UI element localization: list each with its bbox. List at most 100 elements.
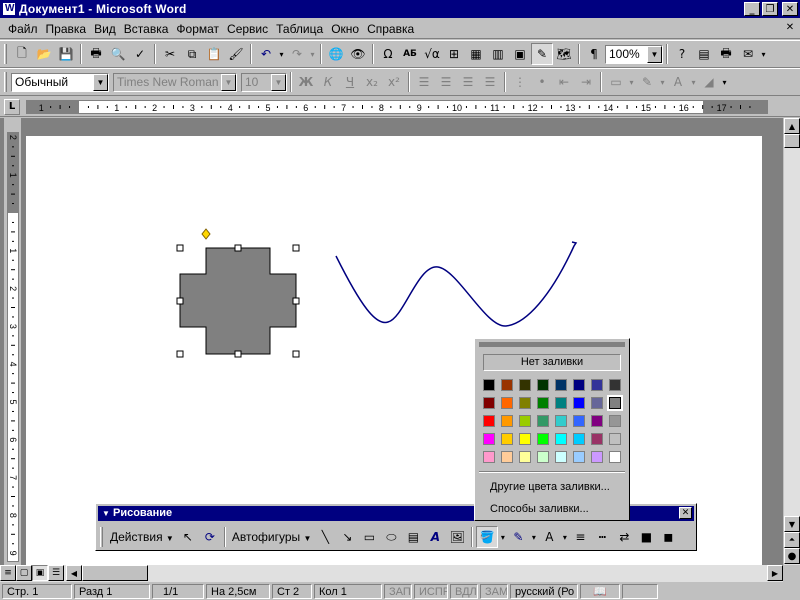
color-swatch[interactable]	[537, 397, 549, 409]
shadow-icon[interactable]: ■	[635, 526, 657, 548]
scroll-left-icon[interactable]: ◀	[66, 565, 82, 581]
color-swatch[interactable]	[537, 379, 549, 391]
color-swatch[interactable]	[519, 397, 531, 409]
scroll-thumb[interactable]	[784, 134, 800, 148]
word-app-icon[interactable]	[2, 2, 16, 16]
status-trk[interactable]: ИСПР	[414, 583, 448, 599]
color-swatch[interactable]	[591, 451, 603, 463]
copy-icon[interactable]: ⧉	[181, 43, 203, 65]
undo-icon[interactable]: ↶	[255, 43, 277, 65]
color-swatch[interactable]	[501, 397, 513, 409]
scroll-right-icon[interactable]: ▶	[767, 565, 783, 581]
equation-icon[interactable]: √α	[421, 43, 443, 65]
status-rec[interactable]: ЗАП	[384, 583, 412, 599]
font-color-dropdown-icon[interactable]: ▾	[689, 78, 698, 87]
document-map-icon[interactable]: 🗺	[553, 43, 575, 65]
zoom-select[interactable]: 100% ▼	[605, 44, 663, 64]
color-swatch[interactable]	[591, 415, 603, 427]
menu-edit[interactable]: Правка	[42, 20, 91, 38]
page-view-icon[interactable]: ▣	[32, 565, 48, 581]
cross-autoshape[interactable]	[179, 247, 297, 355]
redo-icon[interactable]: ↷	[286, 43, 308, 65]
no-fill-button[interactable]: Нет заливки	[483, 354, 621, 371]
line-icon[interactable]: ╲	[314, 526, 336, 548]
color-swatch[interactable]	[555, 397, 567, 409]
numbering-icon[interactable]: ⋮	[509, 71, 531, 93]
color-swatch[interactable]	[609, 433, 621, 445]
style-select[interactable]: Обычный ▼	[11, 72, 109, 92]
bold-button[interactable]: Ж	[295, 71, 317, 93]
more-fill-colors-item[interactable]: Другие цвета заливки...	[490, 481, 610, 493]
clipart-icon[interactable]: 🖼	[446, 526, 468, 548]
decrease-indent-icon[interactable]: ⇤	[553, 71, 575, 93]
open-folder-icon[interactable]: 📂	[33, 43, 55, 65]
close-icon[interactable]: ✕	[679, 507, 692, 519]
color-swatch[interactable]	[537, 415, 549, 427]
toolbar-icon-a[interactable]: ▤	[693, 43, 715, 65]
align-center-icon[interactable]: ☰	[435, 71, 457, 93]
columns-icon[interactable]: ▥	[487, 43, 509, 65]
oval-icon[interactable]: ⬭	[380, 526, 402, 548]
color-swatch[interactable]	[573, 415, 585, 427]
show-paragraph-marks-icon[interactable]: ¶	[583, 43, 605, 65]
horizontal-scrollbar[interactable]: ≡ ▢ ▣ ☰ ◀ ▶	[0, 565, 783, 582]
minimize-button[interactable]: _	[744, 2, 760, 16]
color-swatch[interactable]	[519, 433, 531, 445]
highlight-dropdown-icon[interactable]: ▾	[658, 78, 667, 87]
more-buttons-icon[interactable]: ▾	[759, 50, 768, 59]
status-ext[interactable]: ВДЛ	[450, 583, 478, 599]
fill-effects-item[interactable]: Способы заливки...	[490, 503, 589, 515]
outline-view-icon[interactable]: ☰	[48, 565, 64, 581]
menu-help[interactable]: Справка	[363, 20, 418, 38]
vertical-ruler[interactable]: 2 1 1 2 3 4 5 6 7 8 9	[4, 118, 22, 565]
wordart-icon[interactable]: A	[424, 526, 446, 548]
color-swatch[interactable]	[555, 379, 567, 391]
line-color-icon[interactable]: ✎	[507, 526, 529, 548]
close-button[interactable]: ✕	[782, 2, 798, 16]
insert-table-icon[interactable]: ⊞	[443, 43, 465, 65]
color-swatch[interactable]	[573, 397, 585, 409]
more-buttons-icon[interactable]: ▾	[720, 78, 729, 87]
free-rotate-icon[interactable]: ⟳	[199, 526, 221, 548]
horizontal-ruler[interactable]: L 1 1 2 3 4 5 6 7 8 9 10 11 12 13 14 15 16 17	[0, 97, 800, 117]
spelling-icon[interactable]: ✓	[129, 43, 151, 65]
color-swatch[interactable]	[537, 451, 549, 463]
spelling-status-icon[interactable]: 📖	[580, 583, 620, 599]
scroll-up-icon[interactable]: ▲	[784, 118, 800, 134]
vertical-scrollbar[interactable]: ▲ ▼ ⏶ ●	[783, 118, 800, 565]
font-color-icon[interactable]: A	[538, 526, 560, 548]
menu-table[interactable]: Таблица	[272, 20, 327, 38]
font-color-dropdown-icon[interactable]: ▾	[560, 533, 569, 542]
color-swatch[interactable]	[573, 433, 585, 445]
highlight-icon[interactable]: ✎	[636, 71, 658, 93]
borders-icon[interactable]: ▭	[605, 71, 627, 93]
arrow-icon[interactable]: ↘	[336, 526, 358, 548]
color-swatch[interactable]	[591, 397, 603, 409]
web-toolbar-icon[interactable]: 🌐	[325, 43, 347, 65]
color-swatch[interactable]	[483, 379, 495, 391]
symbol-omega-icon[interactable]: Ω	[377, 43, 399, 65]
previous-page-icon[interactable]: ⏶	[784, 532, 800, 548]
color-swatch[interactable]	[609, 379, 621, 391]
bullets-icon[interactable]: •	[531, 71, 553, 93]
restore-button[interactable]: ❐	[762, 2, 778, 16]
underline-button[interactable]: Ч	[339, 71, 361, 93]
toolbar-extra-icon[interactable]: ◢	[698, 71, 720, 93]
document-close-icon[interactable]: ✕	[784, 22, 796, 34]
italic-button[interactable]: К	[317, 71, 339, 93]
color-swatch[interactable]	[573, 379, 585, 391]
print-preview-icon[interactable]: 🔍	[107, 43, 129, 65]
status-ovr[interactable]: ЗАМ	[480, 583, 508, 599]
color-swatch[interactable]	[501, 451, 513, 463]
fill-color-icon[interactable]: 🪣	[476, 526, 499, 548]
color-swatch[interactable]	[501, 415, 513, 427]
color-swatch[interactable]	[555, 451, 567, 463]
color-swatch[interactable]	[483, 397, 495, 409]
print-icon[interactable]: 🖶	[85, 43, 107, 65]
subscript-icon[interactable]: x₂	[361, 71, 383, 93]
help-icon[interactable]: ?	[671, 43, 693, 65]
palette-drag-bar[interactable]	[479, 342, 625, 347]
color-swatch[interactable]	[501, 379, 513, 391]
color-swatch[interactable]	[609, 415, 621, 427]
toolbar-grip[interactable]	[4, 44, 7, 64]
